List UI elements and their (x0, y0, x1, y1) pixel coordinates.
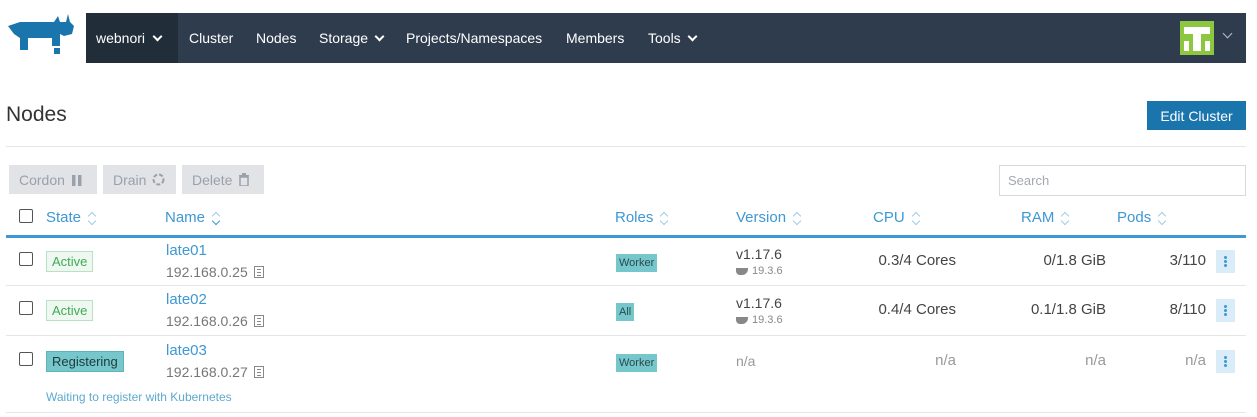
role-badge: All (616, 303, 635, 321)
page-title: Nodes (6, 103, 67, 126)
row-divider (6, 335, 1246, 336)
row-actions-button[interactable] (1216, 299, 1235, 322)
select-all-checkbox[interactable] (19, 209, 33, 223)
pods-value: 3/110 (1169, 252, 1206, 269)
column-cpu[interactable]: CPU (873, 209, 921, 226)
ram-value: 0.1/1.8 GiB (1030, 301, 1106, 318)
nav-tools[interactable]: Tools (648, 13, 698, 63)
column-version[interactable]: Version (736, 209, 802, 226)
sort-icon (87, 211, 97, 225)
table-header: State Name Roles Version CPU RAM Pods (6, 203, 1246, 236)
status-badge: Active (46, 251, 94, 272)
drain-icon (152, 173, 165, 186)
sort-icon (911, 211, 921, 225)
sort-icon (1157, 211, 1167, 225)
sort-icon (1060, 211, 1070, 225)
node-ip: 192.168.0.25 (166, 264, 264, 280)
row-actions-button[interactable] (1216, 350, 1235, 373)
node-name-link[interactable]: late02 (166, 291, 207, 308)
cpu-value: 0.4/4 Cores (878, 301, 956, 318)
docker-version: 19.3.6 (736, 265, 783, 277)
nav-cluster[interactable]: Cluster (189, 13, 233, 63)
column-name[interactable]: Name (165, 209, 221, 226)
column-pods[interactable]: Pods (1117, 209, 1167, 226)
copy-icon[interactable] (253, 366, 264, 378)
chevron-down-icon (152, 31, 163, 41)
pause-icon (71, 174, 82, 186)
top-bar: webnori Cluster Nodes Storage Projects/N… (0, 0, 1257, 74)
kubelet-version: v1.17.6 (736, 246, 782, 262)
column-roles[interactable]: Roles (615, 209, 669, 226)
search-input[interactable] (999, 165, 1246, 196)
row-divider (6, 285, 1246, 286)
row-status-message: Waiting to register with Kubernetes (46, 390, 232, 404)
cpu-value: n/a (935, 352, 956, 369)
docker-version: 19.3.6 (736, 314, 783, 326)
cpu-value: 0.3/4 Cores (878, 252, 956, 269)
edit-cluster-button[interactable]: Edit Cluster (1147, 101, 1246, 130)
node-ip: 192.168.0.27 (166, 364, 264, 380)
divider (6, 146, 1246, 147)
role-badge: Worker (616, 254, 658, 272)
kubelet-version: v1.17.6 (736, 295, 782, 311)
trash-icon (239, 173, 250, 186)
copy-icon[interactable] (253, 315, 264, 327)
role-badge: Worker (616, 354, 658, 372)
rancher-logo-icon[interactable] (6, 12, 76, 58)
cluster-switcher[interactable]: webnori (86, 13, 178, 63)
column-state[interactable]: State (46, 209, 97, 226)
nav-projects-namespaces[interactable]: Projects/Namespaces (406, 13, 542, 63)
ram-value: n/a (1085, 352, 1106, 369)
column-ram[interactable]: RAM (1021, 209, 1070, 226)
cordon-button[interactable]: Cordon (9, 165, 97, 194)
kubelet-version: n/a (736, 353, 756, 369)
node-ip: 192.168.0.26 (166, 313, 264, 329)
node-name-link[interactable]: late01 (166, 242, 207, 259)
row-checkbox[interactable] (19, 301, 33, 315)
sort-icon (211, 211, 221, 225)
status-badge: Active (46, 300, 94, 321)
nav-storage[interactable]: Storage (319, 13, 385, 63)
main-nav: webnori Cluster Nodes Storage Projects/N… (86, 13, 1246, 63)
pods-value: 8/110 (1169, 301, 1206, 318)
cluster-name: webnori (96, 30, 146, 46)
docker-icon (736, 316, 748, 324)
row-actions-button[interactable] (1216, 250, 1235, 273)
row-checkbox[interactable] (19, 252, 33, 266)
nav-nodes[interactable]: Nodes (256, 13, 296, 63)
chevron-down-icon[interactable] (1222, 28, 1233, 39)
sort-icon (792, 211, 802, 225)
kebab-icon (1224, 260, 1227, 263)
kebab-icon (1224, 360, 1227, 363)
docker-icon (736, 267, 748, 275)
copy-icon[interactable] (253, 266, 264, 278)
table-header-underline (6, 235, 1246, 238)
pods-value: n/a (1185, 352, 1206, 369)
row-divider (6, 412, 1246, 413)
drain-button[interactable]: Drain (103, 165, 176, 194)
kebab-icon (1224, 309, 1227, 312)
user-avatar[interactable] (1180, 21, 1214, 55)
sort-icon (659, 211, 669, 225)
node-name-link[interactable]: late03 (166, 342, 207, 359)
ram-value: 0/1.8 GiB (1043, 252, 1106, 269)
nav-members[interactable]: Members (566, 13, 624, 63)
row-checkbox[interactable] (19, 352, 33, 366)
status-badge: Registering (46, 351, 124, 372)
delete-button[interactable]: Delete (182, 165, 264, 194)
chevron-down-icon (687, 31, 698, 41)
chevron-down-icon (374, 31, 385, 41)
